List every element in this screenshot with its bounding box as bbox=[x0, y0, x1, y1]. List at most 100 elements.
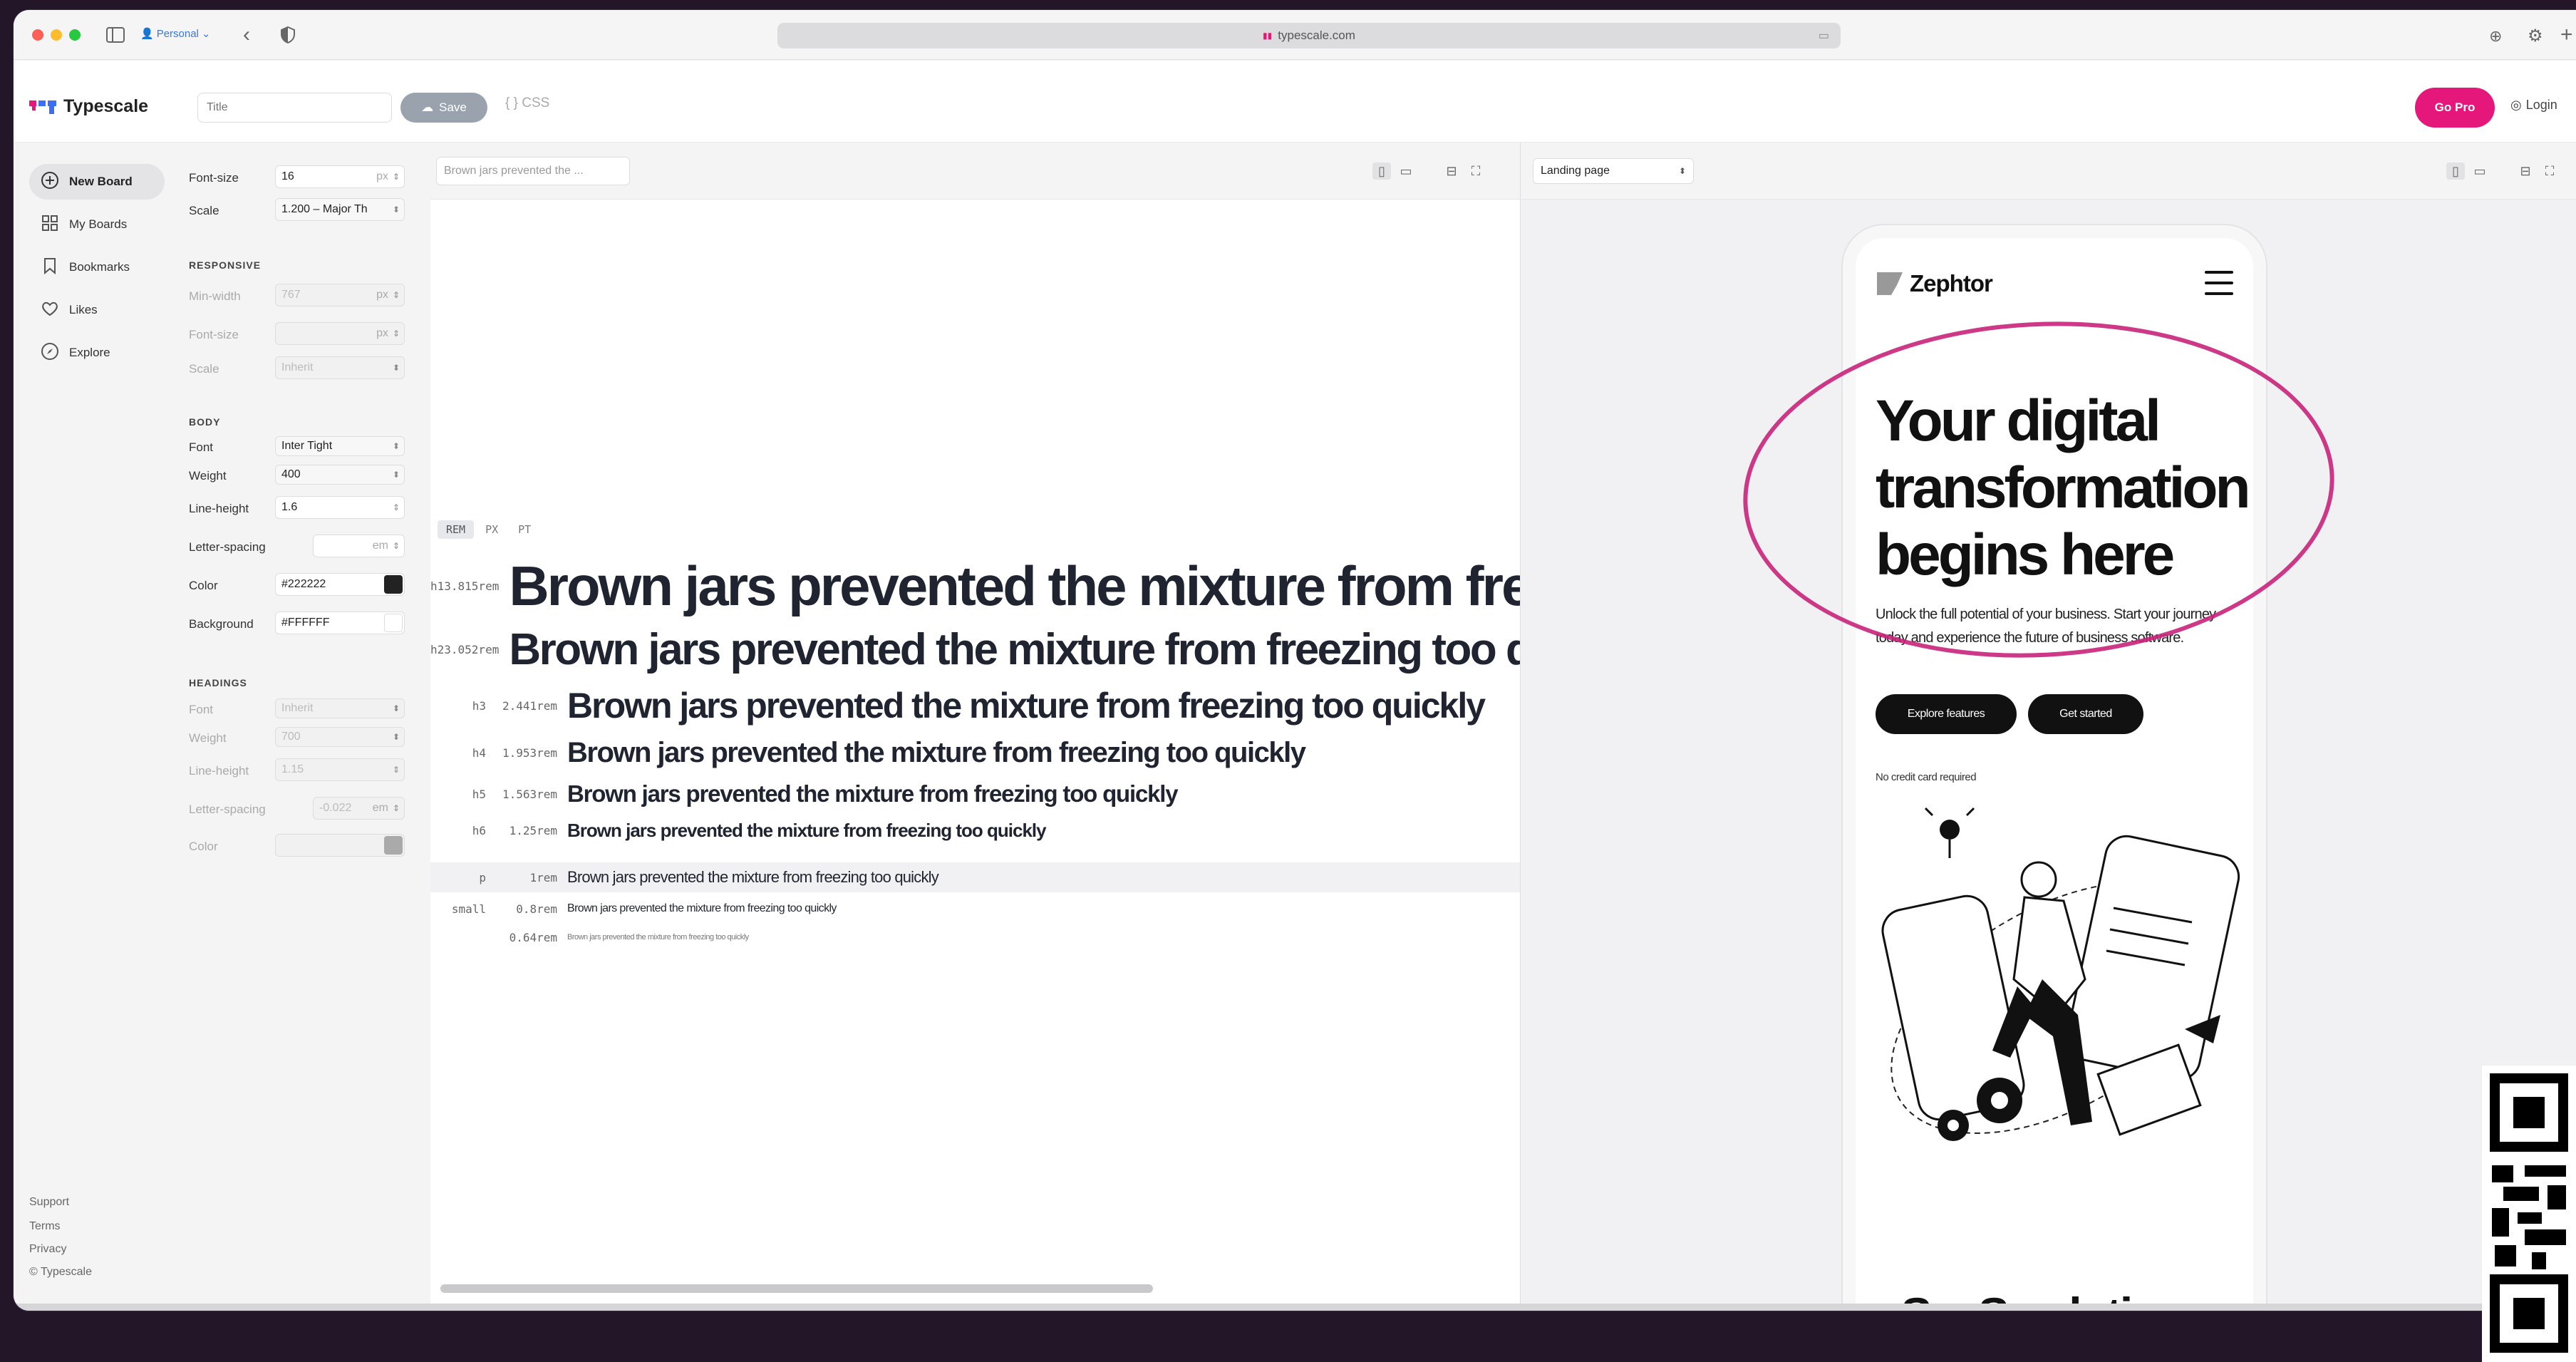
stepper-icon[interactable]: ⇕ bbox=[393, 541, 400, 551]
footer-link-privacy[interactable]: Privacy bbox=[29, 1243, 66, 1256]
sidebar-item-bookmarks[interactable]: Bookmarks bbox=[29, 249, 165, 285]
preview-toolbar: Brown jars prevented the ... ▯ ▭ ⊟ ⛶ bbox=[430, 143, 1520, 200]
unit-rem[interactable]: REM bbox=[438, 520, 475, 539]
explore-features-button[interactable]: Explore features bbox=[1876, 694, 2017, 734]
reader-icon[interactable]: ▭ bbox=[1819, 29, 1829, 43]
body-color-input[interactable]: #222222 bbox=[275, 573, 405, 596]
panel-toggle-icon[interactable]: ⊟ bbox=[2516, 162, 2535, 180]
sidebar-item-my-boards[interactable]: My Boards bbox=[29, 207, 165, 242]
sidebar-toggle-icon[interactable] bbox=[105, 26, 126, 44]
panel-toggle-icon[interactable]: ⊟ bbox=[1442, 162, 1461, 180]
desktop-view-icon[interactable]: ▭ bbox=[1397, 162, 1415, 180]
min-width-input[interactable]: 767 px ⇕ bbox=[275, 284, 405, 306]
new-tab-icon[interactable]: + bbox=[2560, 23, 2573, 47]
unit-toggle: REM PX PT bbox=[438, 520, 539, 539]
go-pro-button[interactable]: Go Pro bbox=[2415, 88, 2495, 128]
download-icon[interactable]: ⊕ bbox=[2489, 27, 2502, 46]
fullscreen-icon[interactable]: ⛶ bbox=[1467, 162, 1485, 180]
color-swatch[interactable] bbox=[384, 575, 403, 594]
headings-line-height-input[interactable]: 1.15 ⇕ bbox=[275, 758, 405, 781]
body-line-height-input[interactable]: 1.6 ⇕ bbox=[275, 496, 405, 519]
sidebar-item-explore[interactable]: Explore bbox=[29, 335, 165, 371]
profile-selector[interactable]: 👤 Personal ⌄ bbox=[140, 27, 210, 41]
scale-row-small[interactable]: small 0.8rem Brown jars prevented the mix… bbox=[430, 897, 1520, 921]
scale-row-h2[interactable]: h2 3.052rem Brown jars prevented the mixt… bbox=[430, 623, 1520, 676]
body-letter-spacing-label: Letter-spacing bbox=[189, 540, 266, 554]
mobile-view-icon[interactable]: ▯ bbox=[2446, 162, 2465, 180]
scale-row-h3[interactable]: h3 2.441rem Brown jars prevented the mixt… bbox=[430, 684, 1520, 727]
responsive-scale-select[interactable]: Inherit ⬍ bbox=[275, 356, 405, 379]
color-swatch[interactable] bbox=[384, 614, 403, 632]
stepper-icon[interactable]: ⇕ bbox=[393, 290, 400, 300]
settings-panel: Font-size 16 px ⇕ Scale 1.200 – Major Th ⬍ … bbox=[177, 143, 430, 1311]
template-select[interactable]: Landing page ⬍ bbox=[1533, 158, 1694, 184]
select-arrows-icon: ⬍ bbox=[392, 205, 400, 215]
footer-copyright: © Typescale bbox=[29, 1266, 92, 1278]
sidebar-item-new-board[interactable]: New Board bbox=[29, 164, 165, 200]
scale-row-xsmall[interactable]: 0.64rem Brown jars prevented the mixture… bbox=[430, 927, 1520, 948]
footer-link-terms[interactable]: Terms bbox=[29, 1220, 61, 1233]
select-arrows-icon: ⬍ bbox=[392, 470, 400, 480]
headings-letter-spacing-input[interactable]: -0.022 em ⇕ bbox=[313, 797, 405, 820]
brand-logo[interactable]: Typescale bbox=[29, 96, 148, 117]
compass-icon bbox=[41, 342, 59, 364]
plus-circle-icon bbox=[41, 171, 59, 193]
hamburger-menu-icon[interactable] bbox=[2205, 271, 2233, 295]
body-font-label: Font bbox=[189, 440, 214, 454]
responsive-font-size-input[interactable]: px ⇕ bbox=[275, 322, 405, 345]
body-font-select[interactable]: Inter Tight ⬍ bbox=[275, 436, 405, 456]
get-started-button[interactable]: Get started bbox=[2028, 694, 2143, 734]
unit-px[interactable]: PX bbox=[477, 520, 507, 539]
scale-row-h1[interactable]: h1 3.815rem Brown jars prevented the mixt… bbox=[430, 554, 1520, 617]
font-size-input[interactable]: 16 px ⇕ bbox=[275, 165, 405, 188]
headings-color-label: Color bbox=[189, 840, 218, 853]
scale-select[interactable]: 1.200 – Major Th ⬍ bbox=[275, 198, 405, 221]
scale-row-h4[interactable]: h4 1.953rem Brown jars prevented the mixt… bbox=[430, 734, 1520, 771]
responsive-scale-label: Scale bbox=[189, 362, 219, 376]
body-weight-select[interactable]: 400 ⬍ bbox=[275, 465, 405, 485]
maximize-window-button[interactable] bbox=[69, 29, 81, 41]
minimize-window-button[interactable] bbox=[51, 29, 62, 41]
person-icon: 👤 bbox=[140, 28, 154, 40]
login-button[interactable]: ◎ Login bbox=[2510, 98, 2557, 113]
headings-font-select[interactable]: Inherit ⬍ bbox=[275, 698, 405, 718]
stepper-icon[interactable]: ⇕ bbox=[393, 803, 400, 813]
back-icon[interactable]: ‹ bbox=[243, 23, 250, 47]
headings-weight-select[interactable]: 700 ⬍ bbox=[275, 727, 405, 747]
min-width-label: Min-width bbox=[189, 289, 241, 303]
sample-text-input[interactable]: Brown jars prevented the ... bbox=[436, 157, 630, 185]
horizontal-scrollbar[interactable] bbox=[440, 1284, 1153, 1293]
no-credit-card-note: No credit card required bbox=[1876, 771, 1977, 783]
shield-icon[interactable] bbox=[279, 26, 297, 44]
hero-illustration bbox=[1881, 807, 2240, 1141]
color-swatch[interactable] bbox=[384, 836, 403, 855]
gear-icon[interactable]: ⚙ bbox=[2528, 26, 2543, 46]
footer-link-support[interactable]: Support bbox=[29, 1196, 69, 1209]
stepper-icon[interactable]: ⇕ bbox=[393, 765, 400, 775]
stepper-icon[interactable]: ⇕ bbox=[393, 502, 400, 512]
sidebar-item-likes[interactable]: Likes bbox=[29, 292, 165, 328]
board-title-input[interactable] bbox=[197, 93, 392, 123]
stepper-icon[interactable]: ⇕ bbox=[393, 172, 400, 182]
scale-row-p[interactable]: p 1rem Brown jars prevented the mixture f… bbox=[430, 862, 1520, 892]
body-letter-spacing-input[interactable]: em ⇕ bbox=[313, 535, 405, 557]
mobile-view-icon[interactable]: ▯ bbox=[1372, 162, 1391, 180]
fullscreen-icon[interactable]: ⛶ bbox=[2540, 162, 2559, 180]
body-color-label: Color bbox=[189, 579, 218, 592]
zephtor-logo[interactable]: Zephtor bbox=[1876, 269, 1993, 298]
sidebar: New Board My Boards Bookmarks Likes Expl… bbox=[14, 143, 177, 1311]
unit-pt[interactable]: PT bbox=[509, 520, 539, 539]
scale-row-h6[interactable]: h6 1.25rem Brown jars prevented the mixtu… bbox=[430, 817, 1520, 844]
close-window-button[interactable] bbox=[32, 29, 43, 41]
address-bar[interactable]: ▮▮ typescale.com ▭ bbox=[777, 23, 1841, 48]
headings-color-input[interactable] bbox=[275, 834, 405, 857]
save-button[interactable]: ☁ Save bbox=[400, 93, 487, 123]
background-color-input[interactable]: #FFFFFF bbox=[275, 612, 405, 634]
scale-row-h5[interactable]: h5 1.563rem Brown jars prevented the mixt… bbox=[430, 778, 1520, 810]
stepper-icon[interactable]: ⇕ bbox=[393, 329, 400, 339]
landing-page-preview: Landing page ⬍ ▯ ▭ ⊟ ⛶ Zephtor Your digit… bbox=[1521, 143, 2576, 1311]
headings-font-label: Font bbox=[189, 703, 214, 716]
preview-toolbar: Landing page ⬍ ▯ ▭ ⊟ ⛶ bbox=[1521, 143, 2576, 200]
css-button[interactable]: { } CSS bbox=[505, 96, 549, 111]
desktop-view-icon[interactable]: ▭ bbox=[2471, 162, 2489, 180]
